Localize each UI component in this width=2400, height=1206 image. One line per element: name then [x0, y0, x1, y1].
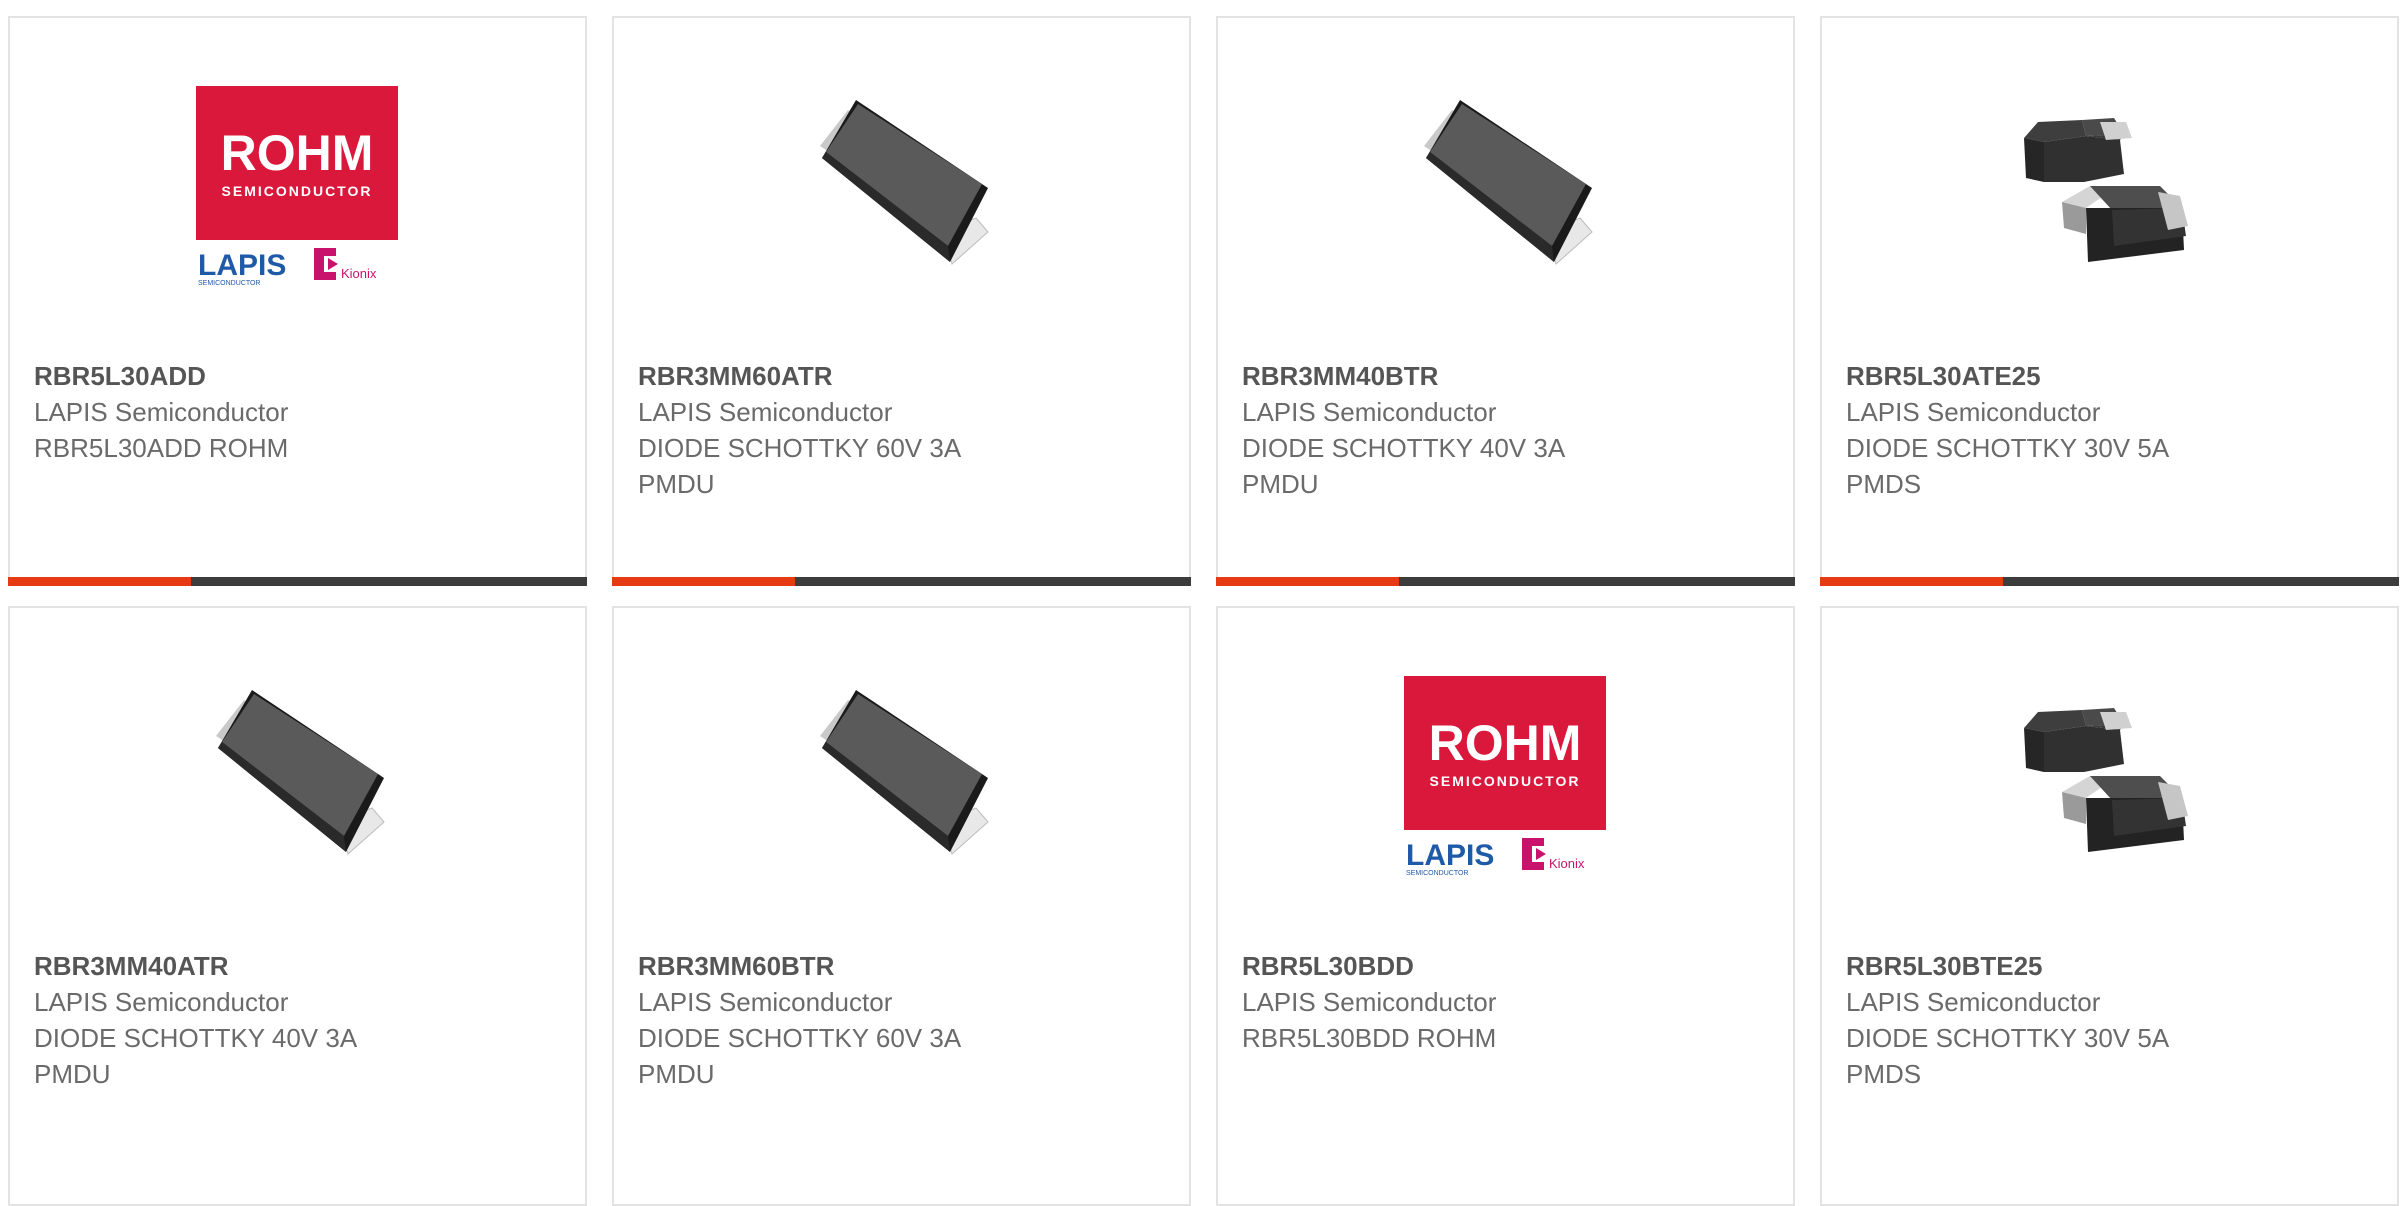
package-type: PMDU [638, 1059, 715, 1089]
card-accent-bar [8, 577, 587, 586]
card-accent-highlight [1216, 577, 1399, 586]
pmdu-package-icon[interactable] [196, 676, 398, 878]
product-card[interactable]: RBR3MM40BTR LAPIS Semiconductor DIODE SCHO… [1216, 16, 1795, 586]
part-number[interactable]: RBR5L30BTE25 [1846, 948, 2377, 984]
part-number[interactable]: RBR5L30ATE25 [1846, 358, 2377, 394]
card-accent-bar [612, 577, 1191, 586]
product-description: DIODE SCHOTTKY 60V 3A [638, 1023, 962, 1053]
manufacturer-name: LAPIS Semiconductor [34, 397, 289, 427]
logo-text-rohm_sub: SEMICONDUCTOR [1430, 773, 1581, 789]
pmds-package-icon[interactable] [2008, 86, 2210, 288]
logo-text-lapis: LAPIS [1406, 839, 1494, 872]
product-info: RBR5L30ATE25 LAPIS Semiconductor DIODE SCH… [1846, 358, 2377, 502]
package-type: PMDS [1846, 469, 1922, 499]
pmdu-package-icon[interactable] [800, 86, 1002, 288]
manufacturer-name: LAPIS Semiconductor [1846, 987, 2101, 1017]
product-description: DIODE SCHOTTKY 40V 3A [34, 1023, 358, 1053]
logo-text-kionix: Kionix [341, 266, 377, 281]
package-type: PMDS [1846, 1059, 1922, 1089]
part-number[interactable]: RBR3MM60BTR [638, 948, 1169, 984]
card-accent-highlight [612, 577, 795, 586]
product-card[interactable]: RBR5L30BTE25 LAPIS Semiconductor DIODE SCH… [1820, 606, 2399, 1206]
card-accent-bar [1216, 577, 1795, 586]
logo-text-lapis_sub: SEMICONDUCTOR [198, 280, 260, 287]
product-description: DIODE SCHOTTKY 40V 3A [1242, 433, 1566, 463]
manufacturer-name: LAPIS Semiconductor [638, 987, 893, 1017]
part-number[interactable]: RBR3MM40BTR [1242, 358, 1773, 394]
product-info: RBR3MM60BTR LAPIS Semiconductor DIODE SCHO… [638, 948, 1169, 1092]
package-type: PMDU [34, 1059, 111, 1089]
rohm-lapis-kionix-logo[interactable]: ROHM SEMICONDUCTOR LAPIS SEMICONDUCTOR K… [196, 86, 398, 288]
logo-text-rohm: ROHM [1429, 715, 1582, 771]
manufacturer-name: LAPIS Semiconductor [34, 987, 289, 1017]
product-card[interactable]: RBR3MM60ATR LAPIS Semiconductor DIODE SCHO… [612, 16, 1191, 586]
logo-text-lapis: LAPIS [198, 249, 286, 282]
rohm-lapis-kionix-logo[interactable]: ROHM SEMICONDUCTOR LAPIS SEMICONDUCTOR K… [1404, 676, 1606, 878]
pmdu-package-icon[interactable] [1404, 86, 1606, 288]
logo-text-rohm: ROHM [221, 125, 374, 181]
product-info: RBR5L30BTE25 LAPIS Semiconductor DIODE SCH… [1846, 948, 2377, 1092]
product-card[interactable]: RBR3MM60BTR LAPIS Semiconductor DIODE SCHO… [612, 606, 1191, 1206]
logo-text-lapis_sub: SEMICONDUCTOR [1406, 870, 1468, 877]
product-description: DIODE SCHOTTKY 60V 3A [638, 433, 962, 463]
product-info: RBR3MM60ATR LAPIS Semiconductor DIODE SCHO… [638, 358, 1169, 502]
manufacturer-name: LAPIS Semiconductor [638, 397, 893, 427]
product-description: DIODE SCHOTTKY 30V 5A [1846, 433, 2170, 463]
part-number[interactable]: RBR5L30BDD [1242, 948, 1773, 984]
part-number[interactable]: RBR5L30ADD [34, 358, 565, 394]
manufacturer-name: LAPIS Semiconductor [1846, 397, 2101, 427]
manufacturer-name: LAPIS Semiconductor [1242, 397, 1497, 427]
logo-text-kionix: Kionix [1549, 856, 1585, 871]
manufacturer-name: LAPIS Semiconductor [1242, 987, 1497, 1017]
product-info: RBR3MM40ATR LAPIS Semiconductor DIODE SCHO… [34, 948, 565, 1092]
logo-text-rohm_sub: SEMICONDUCTOR [222, 183, 373, 199]
card-accent-highlight [1820, 577, 2003, 586]
pmds-package-icon[interactable] [2008, 676, 2210, 878]
product-info: RBR5L30BDD LAPIS Semiconductor RBR5L30BDD … [1242, 948, 1773, 1056]
product-card[interactable]: RBR5L30ATE25 LAPIS Semiconductor DIODE SCH… [1820, 16, 2399, 586]
package-type: PMDU [1242, 469, 1319, 499]
product-card[interactable]: RBR3MM40ATR LAPIS Semiconductor DIODE SCHO… [8, 606, 587, 1206]
product-card[interactable]: ROHM SEMICONDUCTOR LAPIS SEMICONDUCTOR K… [8, 16, 587, 586]
part-number[interactable]: RBR3MM60ATR [638, 358, 1169, 394]
package-type: PMDU [638, 469, 715, 499]
part-number[interactable]: RBR3MM40ATR [34, 948, 565, 984]
card-accent-highlight [8, 577, 191, 586]
product-description: RBR5L30ADD ROHM [34, 433, 289, 463]
pmdu-package-icon[interactable] [800, 676, 1002, 878]
product-info: RBR5L30ADD LAPIS Semiconductor RBR5L30ADD … [34, 358, 565, 466]
product-description: DIODE SCHOTTKY 30V 5A [1846, 1023, 2170, 1053]
product-description: RBR5L30BDD ROHM [1242, 1023, 1497, 1053]
product-grid: ROHM SEMICONDUCTOR LAPIS SEMICONDUCTOR K… [0, 0, 2400, 1206]
product-info: RBR3MM40BTR LAPIS Semiconductor DIODE SCHO… [1242, 358, 1773, 502]
product-card[interactable]: ROHM SEMICONDUCTOR LAPIS SEMICONDUCTOR K… [1216, 606, 1795, 1206]
card-accent-bar [1820, 577, 2399, 586]
